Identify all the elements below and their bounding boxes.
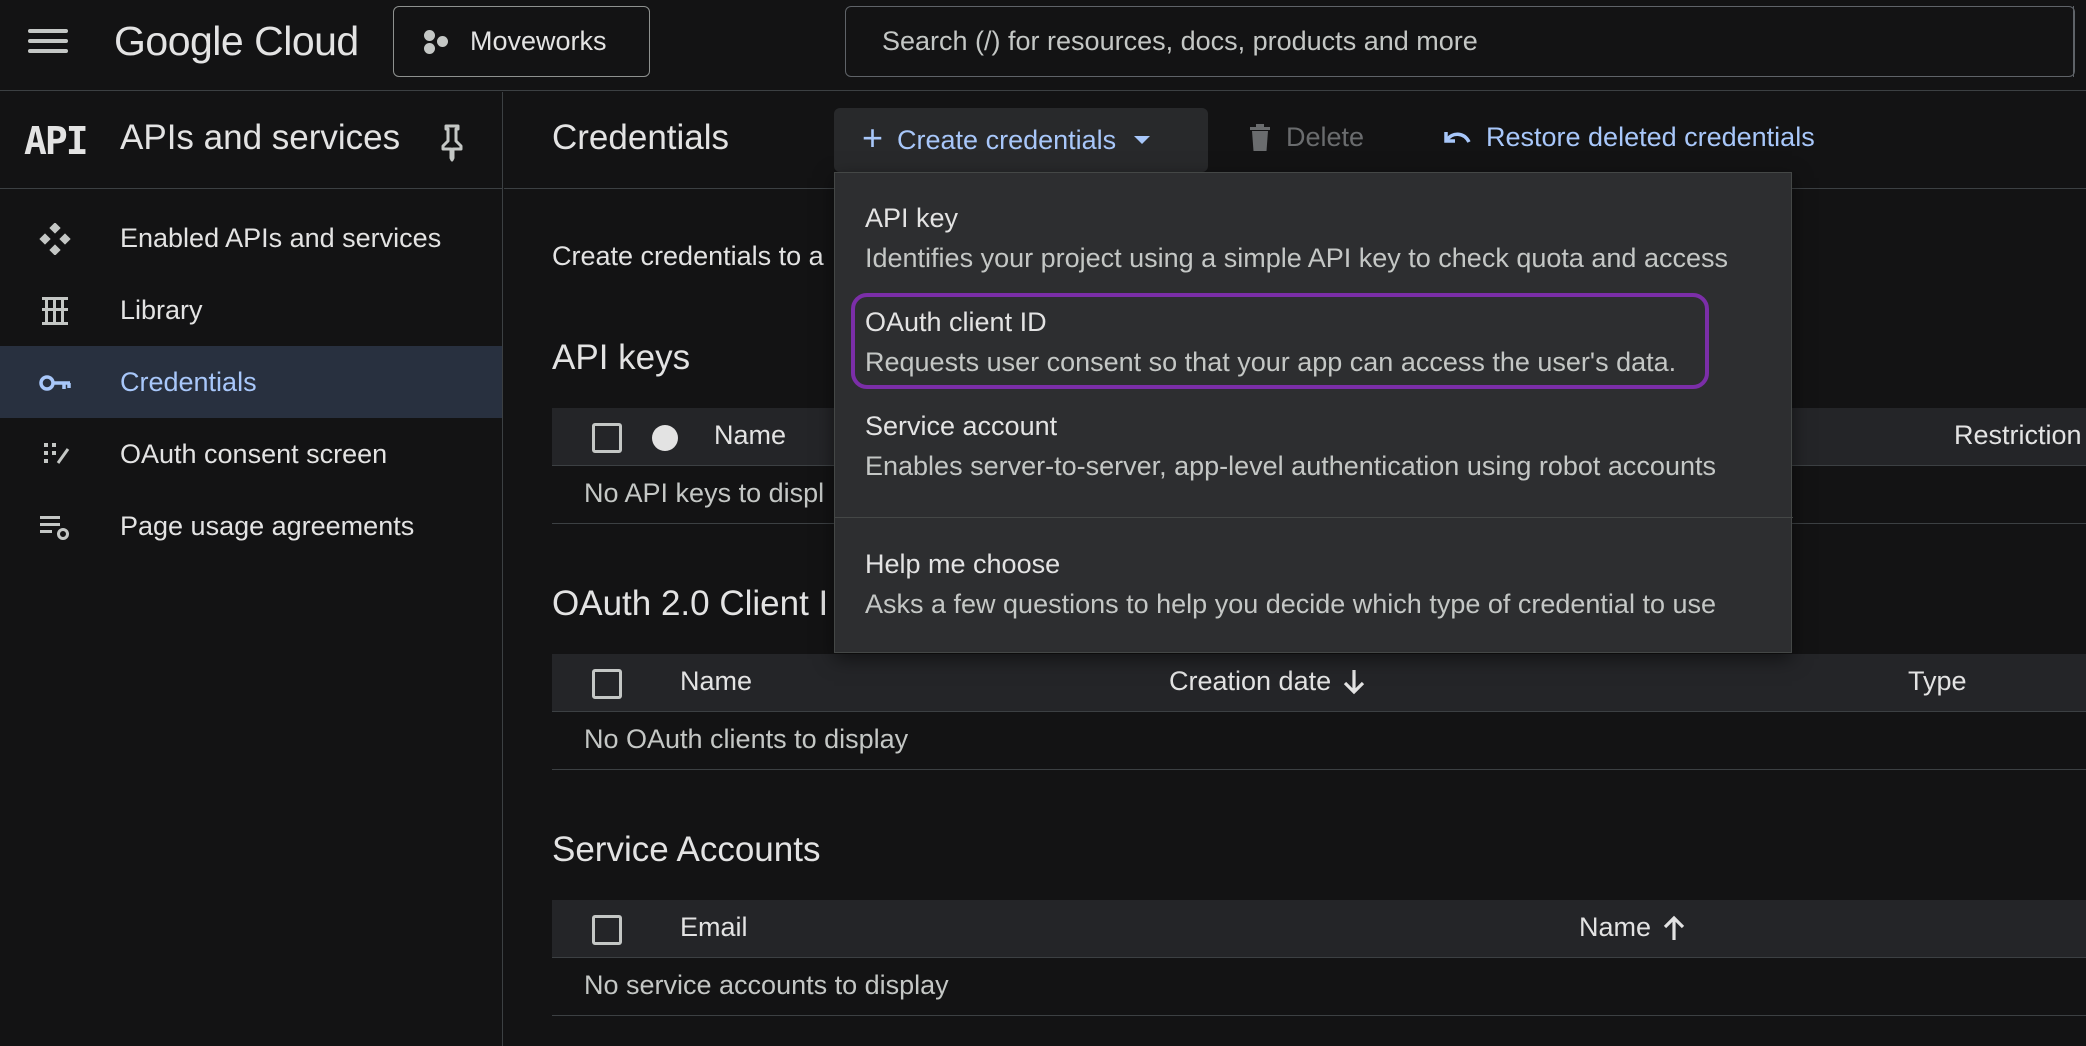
column-header-name[interactable]: Name [714,420,786,451]
menu-item-title: OAuth client ID [865,307,1047,337]
pin-icon[interactable] [437,122,467,162]
creation-date-label: Creation date [1169,666,1332,696]
column-header-name[interactable]: Name [680,666,752,697]
search-bar[interactable] [845,6,2075,77]
project-dots-icon [422,28,450,56]
sidebar-item-label: OAuth consent screen [120,438,388,469]
empty-state-text: No API keys to displ [584,478,825,508]
sidebar-item-label: Library [120,294,203,325]
page-title: Credentials [552,118,730,157]
column-header-creation-date[interactable]: Creation date [1169,666,1367,697]
arrow-up-icon [1663,915,1685,940]
restore-label: Restore deleted credentials [1486,122,1815,152]
service-accounts-table-header: Email Name [552,900,2086,958]
menu-divider [835,517,1793,518]
api-keys-section-title: API keys [552,338,691,377]
library-icon [42,297,68,325]
service-accounts-section-title: Service Accounts [552,830,821,869]
menu-item-help-me-choose[interactable]: Help me choose Asks a few questions to h… [835,519,1793,653]
oauth-table-header: Name Creation date Type [552,654,2086,712]
menu-item-description: Requests user consent so that your app c… [865,347,1677,377]
create-credentials-button[interactable]: + Create credentials [834,108,1208,172]
intro-text: Create credentials to a [552,241,824,271]
hamburger-menu-icon[interactable] [28,26,68,56]
sidebar-item-library[interactable]: Library [0,274,502,346]
undo-icon [1444,131,1471,143]
sidebar-item-oauth-consent[interactable]: OAuth consent screen [0,418,502,490]
column-header-email[interactable]: Email [680,912,748,943]
api-icon: API [24,119,89,163]
consent-icon [44,443,70,464]
menu-item-api-key[interactable]: API key Identifies your project using a … [835,173,1793,283]
delete-label: Delete [1286,122,1365,152]
menu-item-title: API key [865,203,959,233]
sidebar-item-enabled-apis[interactable]: Enabled APIs and services [0,202,502,274]
sidebar-item-label: Credentials [120,366,257,397]
select-all-checkbox[interactable] [592,915,622,945]
menu-item-description: Asks a few questions to help you decide … [865,589,1717,619]
service-accounts-table-body: No service accounts to display [552,958,2086,1016]
menu-item-service-account[interactable]: Service account Enables server-to-server… [835,387,1793,515]
search-button-edge[interactable] [2073,6,2086,77]
column-header-type[interactable]: Type [1908,666,1967,697]
sidebar-item-label: Enabled APIs and services [120,222,442,253]
menu-item-oauth-client-id[interactable]: OAuth client ID Requests user consent so… [835,283,1793,387]
google-cloud-logo[interactable]: Google Cloud [114,18,359,65]
column-header-restrictions[interactable]: Restriction [1954,420,2082,451]
create-credentials-label: Create credentials [897,124,1117,155]
menu-item-description: Identifies your project using a simple A… [865,243,1728,273]
status-dot-icon [652,425,678,451]
sidebar-header: API APIs and services [0,92,502,189]
sidebar: API APIs and services Enabled APIs and s… [0,92,503,1046]
diamond-grid-icon [39,223,71,255]
menu-item-description: Enables server-to-server, app-level auth… [865,451,1716,481]
oauth-section-title: OAuth 2.0 Client I [552,584,829,623]
sidebar-nav: Enabled APIs and services Library Creden… [0,189,502,562]
project-name: Moveworks [470,26,607,56]
search-input[interactable] [882,26,2074,57]
settings-list-icon [40,516,69,540]
empty-state-text: No OAuth clients to display [584,724,909,754]
delete-button[interactable]: Delete [1248,122,1364,153]
trash-icon [1250,123,1270,151]
sidebar-item-credentials[interactable]: Credentials [0,346,502,418]
sidebar-title: APIs and services [120,118,401,157]
select-all-checkbox[interactable] [592,669,622,699]
empty-state-text: No service accounts to display [584,970,949,1000]
key-icon [39,375,71,391]
project-selector-button[interactable]: Moveworks [393,6,650,77]
plus-icon: + [862,117,884,158]
caret-down-icon [1134,136,1151,144]
oauth-table-body: No OAuth clients to display [552,712,2086,770]
menu-item-title: Help me choose [865,549,1061,579]
restore-deleted-credentials-button[interactable]: Restore deleted credentials [1440,122,1815,153]
sidebar-item-page-usage[interactable]: Page usage agreements [0,490,502,562]
arrow-down-icon [1343,669,1365,694]
name-label: Name [1579,912,1652,942]
select-all-checkbox[interactable] [592,423,622,453]
create-credentials-menu: API key Identifies your project using a … [834,172,1793,653]
column-header-name[interactable]: Name [1579,912,1687,943]
sidebar-item-label: Page usage agreements [120,510,415,541]
menu-item-title: Service account [865,411,1058,441]
top-bar: Google Cloud Moveworks [0,0,2086,91]
